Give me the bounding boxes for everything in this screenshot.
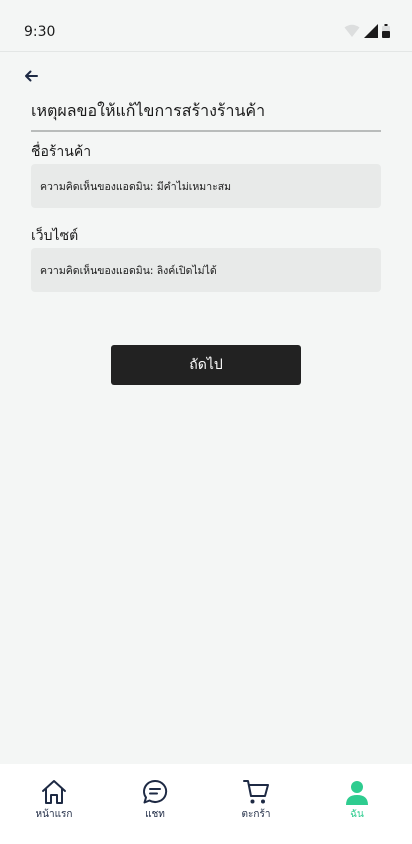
person-icon: [346, 781, 368, 805]
cart-icon: [243, 780, 269, 804]
back-button[interactable]: [20, 66, 42, 86]
nav-item-me[interactable]: ฉัน: [317, 778, 397, 822]
nav-label-me: ฉัน: [350, 809, 364, 820]
nav-label-chat: แชท: [145, 809, 165, 820]
nav-item-cart[interactable]: ตะกร้า: [216, 778, 296, 822]
nav-label-cart: ตะกร้า: [241, 809, 271, 820]
shop-name-comment-field: ความคิดเห็นของแอดมิน: มีคำไม่เหมาะสม: [31, 164, 381, 208]
bottom-nav: หน้าแรก แชท ตะกร้า ฉัน: [0, 764, 412, 844]
signal-icon: [364, 24, 378, 38]
status-icons: [344, 24, 390, 38]
nav-item-chat[interactable]: แชท: [115, 778, 195, 822]
page-title: เหตุผลขอให้แก้ไขการสร้างร้านค้า: [31, 100, 381, 132]
status-bar: 9:30: [0, 0, 412, 52]
next-button[interactable]: ถัดไป: [111, 345, 301, 385]
nav-item-home[interactable]: หน้าแรก: [14, 778, 94, 822]
chat-icon: [143, 779, 168, 804]
nav-label-home: หน้าแรก: [35, 809, 73, 820]
status-time: 9:30: [24, 24, 56, 40]
shop-name-label: ชื่อร้านค้า: [31, 144, 92, 160]
battery-icon: [382, 24, 390, 38]
wifi-icon: [344, 24, 360, 37]
website-label: เว็บไซต์: [31, 228, 79, 244]
arrow-left-icon: [25, 70, 38, 82]
home-icon: [42, 780, 66, 804]
website-comment-field: ความคิดเห็นของแอดมิน: ลิงค์เปิดไม่ได้: [31, 248, 381, 292]
